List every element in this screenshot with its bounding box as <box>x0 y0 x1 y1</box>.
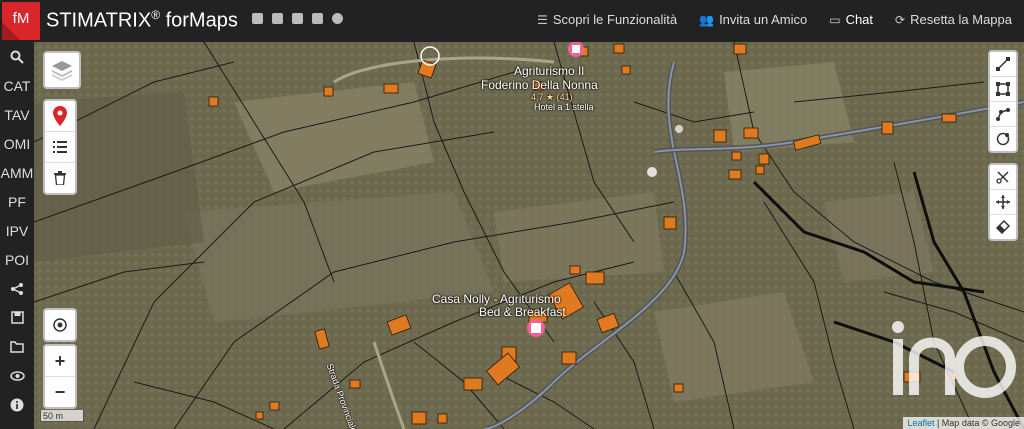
list-icon <box>53 141 67 153</box>
linkedin-icon[interactable] <box>272 13 283 24</box>
move-tool[interactable] <box>990 189 1016 214</box>
save-icon[interactable] <box>0 303 34 332</box>
sidebar-item-cat[interactable]: CAT <box>0 71 34 100</box>
poi-label-bnb[interactable]: Bed & Breakfast <box>479 305 566 319</box>
youtube-icon[interactable] <box>292 13 303 24</box>
locate-control <box>43 308 77 342</box>
rectangle-icon <box>996 82 1010 96</box>
search-icon[interactable] <box>0 42 34 71</box>
share-icon[interactable] <box>0 274 34 303</box>
satellite-map <box>34 42 1024 429</box>
brand-suffix: forMaps <box>160 9 238 32</box>
locate-button[interactable] <box>45 310 75 340</box>
move-icon <box>996 195 1010 209</box>
edit-toolbar <box>988 163 1018 241</box>
sidebar-item-pf[interactable]: PF <box>0 187 34 216</box>
draw-shapes-toolbar <box>988 50 1018 153</box>
features-label: Scopri le Funzionalità <box>552 12 678 27</box>
attribution-text: | Map data © Google <box>934 418 1020 428</box>
map-attribution: Leaflet | Map data © Google <box>903 417 1024 429</box>
zoom-in-button[interactable]: + <box>45 346 75 376</box>
users-icon: 👥 <box>699 12 715 27</box>
refresh-icon: ⟳ <box>895 12 906 27</box>
poi-label-foderino[interactable]: Foderino Della Nonna <box>481 78 598 92</box>
list-tool[interactable] <box>45 131 75 162</box>
folder-open-icon[interactable] <box>0 332 34 361</box>
cut-icon <box>996 171 1009 184</box>
eye-icon[interactable] <box>0 361 34 390</box>
features-link[interactable]: ☰ Scopri le Funzionalità <box>537 12 677 27</box>
locate-icon <box>53 318 67 332</box>
poi-label-casa-nolly[interactable]: Casa Nolly - Agriturismo <box>432 292 561 306</box>
invite-link[interactable]: 👥 Invita un Amico <box>699 12 807 27</box>
map-view[interactable]: Agriturismo Il Foderino Della Nonna 4.7 … <box>34 42 1024 429</box>
list-icon: ☰ <box>537 12 548 27</box>
left-sidebar: CAT TAV OMI AMM PF IPV POI <box>0 42 34 429</box>
top-menu: ☰ Scopri le Funzionalità 👥 Invita un Amico… <box>537 12 1012 27</box>
draw-rectangle-tool[interactable] <box>990 76 1016 101</box>
leaflet-link[interactable]: Leaflet <box>907 418 934 428</box>
brand-reg: ® <box>151 8 161 22</box>
instagram-icon[interactable] <box>312 13 323 24</box>
draw-toolbar <box>43 99 77 195</box>
polyline-icon <box>996 57 1010 71</box>
sidebar-item-poi[interactable]: POI <box>0 245 34 274</box>
sidebar-item-ipv[interactable]: IPV <box>0 216 34 245</box>
reset-map-link[interactable]: ⟳ Resetta la Mappa <box>895 12 1012 27</box>
draw-polygon-tool[interactable] <box>990 101 1016 126</box>
poi-hotel-label: Hotel a 1 stella <box>534 102 594 112</box>
zoom-out-button[interactable]: − <box>45 376 75 407</box>
logo-text: fM <box>13 10 30 27</box>
poi-label-agriturismo[interactable]: Agriturismo Il <box>514 64 584 78</box>
extra-icon[interactable] <box>332 13 343 24</box>
chat-icon: ▭ <box>829 12 841 27</box>
sidebar-item-amm[interactable]: AMM <box>0 158 34 187</box>
eraser-icon <box>996 220 1010 234</box>
social-links <box>252 13 343 24</box>
marker-tool[interactable] <box>45 101 75 131</box>
circle-icon <box>996 132 1010 146</box>
sidebar-item-omi[interactable]: OMI <box>0 129 34 158</box>
draw-circle-tool[interactable] <box>990 126 1016 151</box>
sidebar-item-tav[interactable]: TAV <box>0 100 34 129</box>
delete-tool[interactable] <box>45 162 75 193</box>
layers-icon <box>52 61 72 81</box>
layers-control[interactable] <box>43 51 81 89</box>
polygon-icon <box>996 108 1010 121</box>
map-scale: 50 m <box>40 410 84 422</box>
app-logo[interactable]: fM <box>2 2 40 40</box>
brand-name: STIMATRIX <box>46 9 152 32</box>
eraser-tool[interactable] <box>990 214 1016 239</box>
invite-label: Invita un Amico <box>719 12 808 27</box>
zoom-control: + − <box>43 344 77 409</box>
facebook-icon[interactable] <box>252 13 263 24</box>
chat-link[interactable]: ▭ Chat <box>829 12 873 27</box>
map-marker-icon <box>53 106 67 126</box>
reset-label: Resetta la Mappa <box>910 12 1012 27</box>
info-icon[interactable] <box>0 390 34 419</box>
cut-tool[interactable] <box>990 165 1016 189</box>
draw-line-tool[interactable] <box>990 52 1016 76</box>
trash-icon <box>54 171 66 185</box>
chat-label: Chat <box>845 12 874 27</box>
app-title: STIMATRIX® forMaps <box>46 8 238 33</box>
watermark-logo <box>892 321 1016 398</box>
top-bar: fM STIMATRIX® forMaps ☰ Scopri le Funzion… <box>0 0 1024 42</box>
